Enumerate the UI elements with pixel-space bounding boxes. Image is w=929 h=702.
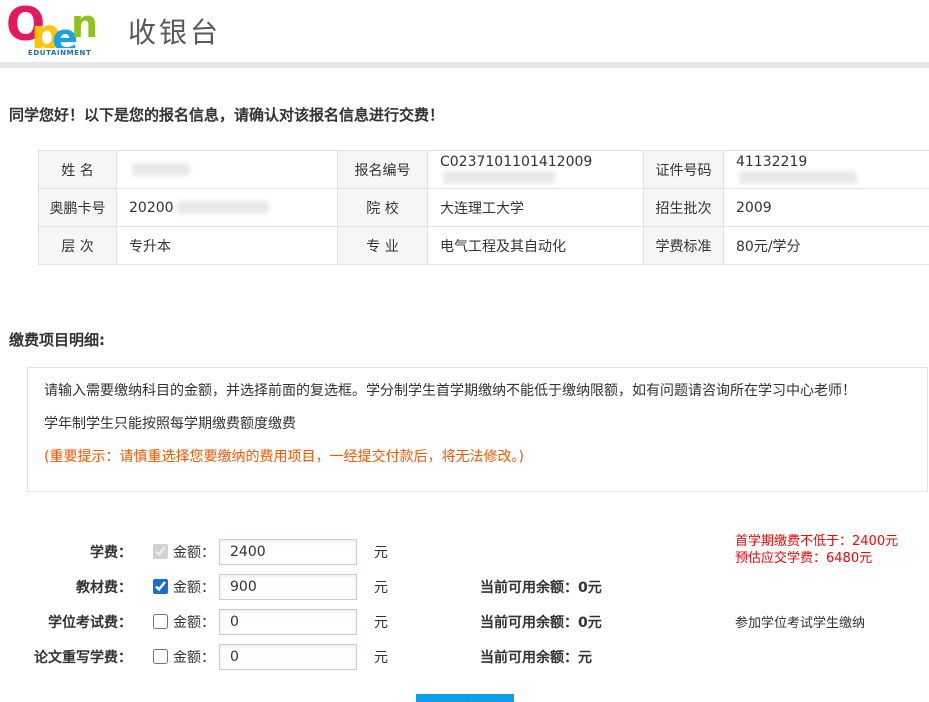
greeting-text: 同学您好！以下是您的报名信息，请确认对该报名信息进行交费！: [9, 104, 929, 125]
redacted-name-blob: [132, 163, 190, 176]
textbook-fee-label: 教材费：: [0, 577, 132, 597]
id-number-text: 41132219: [736, 154, 807, 170]
id-number-label: 证件号码: [644, 151, 724, 189]
major-label: 专 业: [338, 227, 428, 265]
textbook-fee-row: 教材费： 金额： 元 当前可用余额：0元: [0, 569, 929, 604]
notice-warning: (重要提示：请慎重选择您要缴纳的费用项目，一经提交付款后，将无法修改。): [44, 448, 911, 467]
notice-box: 请输入需要缴纳科目的金额，并选择前面的复选框。学分制学生首学期缴纳不能低于缴纳限…: [27, 367, 928, 492]
tuition-standard-value: 80元/学分: [724, 227, 929, 265]
degree-exam-balance-text: 当前可用余额：0元: [480, 612, 602, 632]
tuition-standard-label: 学费标准: [644, 227, 724, 265]
university-label: 院 校: [338, 189, 428, 227]
tuition-amount-input[interactable]: [219, 539, 357, 565]
card-number-value: 20200: [117, 189, 338, 227]
textbook-amount-input[interactable]: [219, 574, 357, 600]
card-number-label: 奥鹏卡号: [39, 189, 117, 227]
card-number-text: 20200: [129, 200, 174, 216]
amount-label: 金额：: [173, 542, 215, 562]
thesis-rewrite-amount-input[interactable]: [219, 644, 357, 670]
amount-label: 金额：: [173, 612, 215, 632]
degree-exam-fee-label: 学位考试费：: [0, 612, 132, 632]
fee-form: 首学期缴费不低于：2400元 预估应交学费：6480元 学费： 金额： 元 教材…: [0, 534, 929, 674]
degree-exam-fee-row: 学位考试费： 金额： 元 当前可用余额：0元 参加学位考试学生缴纳: [0, 604, 929, 639]
degree-exam-fee-checkbox[interactable]: [153, 614, 168, 629]
redacted-id-blob: [739, 171, 857, 184]
payment-detail-heading: 缴费项目明细:: [9, 329, 929, 350]
yuan-unit: 元: [374, 542, 388, 562]
name-value: [117, 151, 338, 189]
yuan-unit: 元: [374, 577, 388, 597]
tuition-fee-label: 学费：: [0, 542, 132, 562]
open-logo-letters: Open: [6, 1, 98, 47]
logo-tagline: EDUTAINMENT: [26, 48, 93, 58]
notice-line-2: 学年制学生只能按照每学期缴费额度缴费: [44, 415, 911, 434]
thesis-rewrite-fee-checkbox[interactable]: [153, 649, 168, 664]
university-value: 大连理工大学: [428, 189, 644, 227]
tuition-fee-row: 学费： 金额： 元: [0, 534, 929, 569]
degree-exam-note: 参加学位考试学生缴纳: [735, 612, 865, 631]
thesis-rewrite-balance-text: 当前可用余额：元: [480, 647, 592, 667]
redacted-card-blob: [177, 201, 269, 214]
page-title: 收银台: [128, 11, 221, 51]
pay-button[interactable]: 付 款: [416, 694, 514, 702]
open-logo: Open EDUTAINMENT: [6, 1, 98, 61]
amount-label: 金额：: [173, 647, 215, 667]
textbook-balance-text: 当前可用余额：0元: [480, 577, 602, 597]
header-divider: [0, 62, 929, 68]
id-number-value: 41132219: [724, 151, 929, 189]
header: Open EDUTAINMENT 收银台: [0, 0, 929, 62]
degree-exam-amount-input[interactable]: [219, 609, 357, 635]
enrollment-info-table: 姓 名 报名编号 C0237101101412009 证件号码 41132219…: [38, 150, 929, 265]
redacted-registration-blob: [443, 171, 555, 184]
tuition-fee-checkbox[interactable]: [153, 544, 168, 559]
major-value: 电气工程及其自动化: [428, 227, 644, 265]
logo-letter-n: n: [71, 5, 98, 43]
registration-number-value: C0237101101412009: [428, 151, 644, 189]
batch-label: 招生批次: [644, 189, 724, 227]
name-label: 姓 名: [39, 151, 117, 189]
thesis-rewrite-fee-row: 论文重写学费： 金额： 元 当前可用余额：元: [0, 639, 929, 674]
table-row: 奥鹏卡号 20200 院 校 大连理工大学 招生批次 2009: [39, 189, 929, 227]
level-label: 层 次: [39, 227, 117, 265]
textbook-fee-checkbox[interactable]: [153, 579, 168, 594]
notice-line-1: 请输入需要缴纳科目的金额，并选择前面的复选框。学分制学生首学期缴纳不能低于缴纳限…: [44, 382, 911, 401]
registration-number-label: 报名编号: [338, 151, 428, 189]
level-value: 专升本: [117, 227, 338, 265]
amount-label: 金额：: [173, 577, 215, 597]
table-row: 层 次 专升本 专 业 电气工程及其自动化 学费标准 80元/学分: [39, 227, 929, 265]
table-row: 姓 名 报名编号 C0237101101412009 证件号码 41132219: [39, 151, 929, 189]
thesis-rewrite-fee-label: 论文重写学费：: [0, 647, 132, 667]
batch-value: 2009: [724, 189, 929, 227]
yuan-unit: 元: [374, 612, 388, 632]
yuan-unit: 元: [374, 647, 388, 667]
registration-number-text: C0237101101412009: [440, 154, 592, 170]
